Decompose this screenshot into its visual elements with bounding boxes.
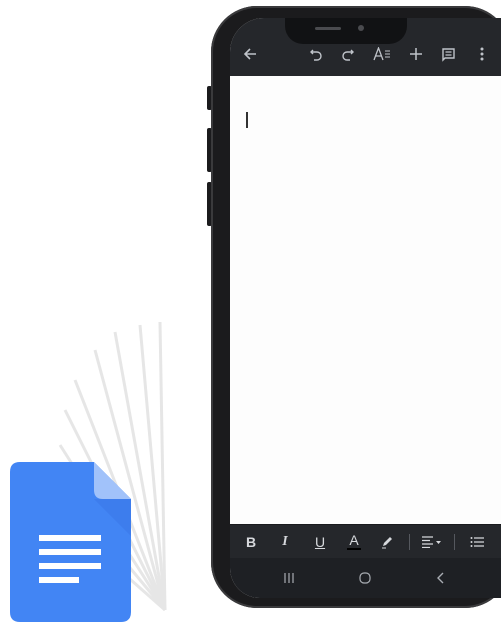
more-vert-icon[interactable] bbox=[470, 42, 494, 66]
highlight-icon[interactable] bbox=[376, 531, 398, 553]
back-icon[interactable] bbox=[430, 567, 452, 589]
italic-icon[interactable]: I bbox=[274, 531, 296, 553]
stage: B I U A bbox=[0, 0, 501, 622]
phone-screen: B I U A bbox=[230, 18, 501, 598]
app-bar bbox=[230, 18, 501, 76]
text-format-icon[interactable] bbox=[370, 42, 394, 66]
add-icon[interactable] bbox=[404, 42, 428, 66]
redo-icon[interactable] bbox=[336, 42, 360, 66]
speaker-grille bbox=[315, 27, 341, 30]
underline-icon[interactable]: U bbox=[309, 531, 331, 553]
front-camera bbox=[358, 25, 364, 31]
text-color-swatch bbox=[347, 548, 361, 550]
comment-icon[interactable] bbox=[436, 42, 460, 66]
toolbar-divider bbox=[454, 534, 455, 550]
recents-icon[interactable] bbox=[278, 567, 300, 589]
back-arrow-icon[interactable] bbox=[238, 42, 262, 66]
document-canvas[interactable] bbox=[230, 76, 501, 524]
list-icon[interactable] bbox=[466, 531, 488, 553]
text-color-label: A bbox=[349, 532, 359, 548]
phone-notch bbox=[285, 18, 407, 44]
text-cursor bbox=[246, 112, 248, 128]
text-color-icon[interactable]: A bbox=[343, 531, 365, 553]
align-icon[interactable] bbox=[418, 531, 446, 553]
bold-icon[interactable]: B bbox=[240, 531, 262, 553]
home-icon[interactable] bbox=[354, 567, 376, 589]
format-toolbar: B I U A bbox=[230, 524, 501, 559]
toolbar-divider bbox=[409, 534, 410, 550]
undo-icon[interactable] bbox=[304, 42, 328, 66]
google-docs-logo bbox=[10, 462, 131, 622]
system-navigation-bar bbox=[230, 558, 501, 598]
